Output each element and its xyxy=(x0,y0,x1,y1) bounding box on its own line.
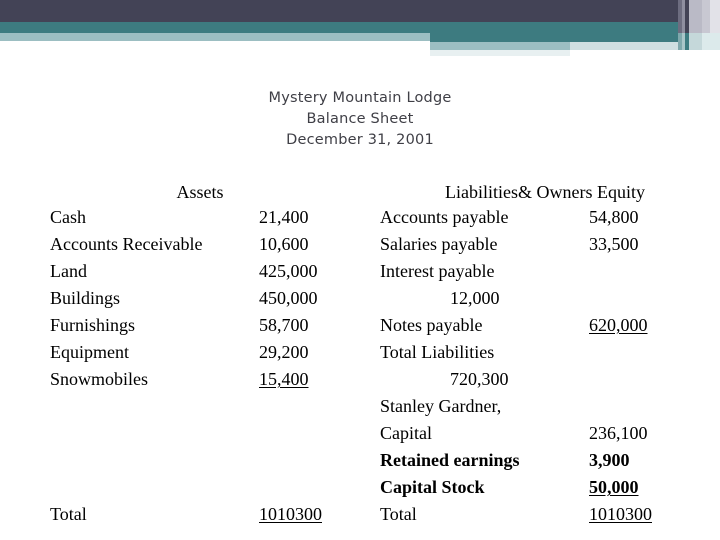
liabilities-row: Stanley Gardner, xyxy=(380,393,710,420)
header-band-light-left xyxy=(0,33,430,41)
slide-title: Mystery Mountain Lodge Balance Sheet Dec… xyxy=(0,88,720,151)
header-band-pale-right-2 xyxy=(570,42,678,50)
liabilities-row: Interest payable xyxy=(380,258,710,285)
title-line-document: Balance Sheet xyxy=(306,111,414,127)
assets-column-header: Assets xyxy=(176,182,224,202)
liabilities-row-value: 33,500 xyxy=(589,234,639,254)
liabilities-total-row: Total 1010300 xyxy=(380,501,710,528)
liabilities-row-label: Accounts payable xyxy=(380,207,509,227)
liabilities-total-value: 1010300 xyxy=(589,504,652,524)
liabilities-row: Capital Stock 50,000 xyxy=(380,474,710,501)
liabilities-row-label: Notes payable xyxy=(380,315,483,335)
assets-row-label: Land xyxy=(50,261,87,281)
assets-row-label: Buildings xyxy=(50,288,121,308)
liabilities-equity-column: Liabilities& Owners Equity Accounts paya… xyxy=(380,180,710,528)
assets-row-value: 58,700 xyxy=(259,315,309,335)
assets-column: Assets Cash 21,400 Accounts Receivable 10,6… xyxy=(50,180,350,528)
assets-row-value: 21,400 xyxy=(259,207,309,227)
liabilities-row-label: Total Liabilities xyxy=(380,342,495,362)
title-line-date: December 31, 2001 xyxy=(286,132,434,148)
assets-row: Cash 21,400 xyxy=(50,204,350,231)
liabilities-row-value: 3,900 xyxy=(589,450,630,470)
header-band-pale-right xyxy=(430,50,570,56)
liabilities-row: Retained earnings 3,900 xyxy=(380,447,710,474)
assets-row-value: 10,600 xyxy=(259,234,309,254)
liabilities-row-value: 12,000 xyxy=(450,288,500,308)
assets-row: Land 425,000 xyxy=(50,258,350,285)
liabilities-column-header: Liabilities& Owners Equity xyxy=(445,182,645,202)
liabilities-row-label: Salaries payable xyxy=(380,234,498,254)
liabilities-row: Accounts payable 54,800 xyxy=(380,204,710,231)
assets-row: Furnishings 58,700 xyxy=(50,312,350,339)
assets-total-label: Total xyxy=(50,504,87,524)
liabilities-row: Total Liabilities xyxy=(380,339,710,366)
assets-row: Equipment 29,200 xyxy=(50,339,350,366)
liabilities-row-list: Accounts payable 54,800 Salaries payable 33… xyxy=(380,204,710,501)
liabilities-row-value: 50,000 xyxy=(589,477,639,497)
assets-row: Snowmobiles 15,400 xyxy=(50,366,350,393)
header-stripe-lower-4 xyxy=(689,33,702,50)
assets-row: Buildings 450,000 xyxy=(50,285,350,312)
liabilities-row-value: 720,300 xyxy=(450,369,509,389)
liabilities-row-label: Capital xyxy=(380,423,432,443)
assets-row-value: 29,200 xyxy=(259,342,309,362)
liabilities-row: Notes payable 620,000 xyxy=(380,312,710,339)
assets-total-value: 1010300 xyxy=(259,504,322,524)
assets-row: Accounts Receivable 10,600 xyxy=(50,231,350,258)
liabilities-row-value-wrapped: 12,000 xyxy=(380,285,710,312)
assets-row-label: Cash xyxy=(50,207,86,227)
assets-total-spacer xyxy=(50,393,350,501)
assets-row-label: Accounts Receivable xyxy=(50,234,203,254)
header-band-teal-right xyxy=(430,33,678,42)
liabilities-row-label: Capital Stock xyxy=(380,477,485,497)
liabilities-row-value: 236,100 xyxy=(589,423,648,443)
liabilities-row-label: Stanley Gardner, xyxy=(380,396,502,416)
assets-total-row: Total 1010300 xyxy=(50,501,350,528)
assets-row-value: 15,400 xyxy=(259,369,309,389)
assets-row-label: Furnishings xyxy=(50,315,136,335)
assets-row-label: Snowmobiles xyxy=(50,369,149,389)
slide-header-decoration xyxy=(0,0,720,58)
assets-row-label: Equipment xyxy=(50,342,129,362)
header-stripe-lower-5 xyxy=(702,33,720,50)
assets-row-value: 425,000 xyxy=(259,261,318,281)
liabilities-row-label: Interest payable xyxy=(380,261,495,281)
header-band-dark xyxy=(0,0,720,22)
assets-row-list: Cash 21,400 Accounts Receivable 10,600 Land 4… xyxy=(50,204,350,393)
liabilities-row-label: Retained earnings xyxy=(380,450,520,470)
liabilities-row-value: 54,800 xyxy=(589,207,639,227)
header-band-teal xyxy=(0,22,720,33)
title-line-company: Mystery Mountain Lodge xyxy=(268,90,452,106)
liabilities-row: Salaries payable 33,500 xyxy=(380,231,710,258)
liabilities-row: Capital 236,100 xyxy=(380,420,710,447)
liabilities-row-value: 620,000 xyxy=(589,315,648,335)
liabilities-total-label: Total xyxy=(380,504,417,524)
assets-row-value: 450,000 xyxy=(259,288,318,308)
liabilities-row-value-wrapped: 720,300 xyxy=(380,366,710,393)
